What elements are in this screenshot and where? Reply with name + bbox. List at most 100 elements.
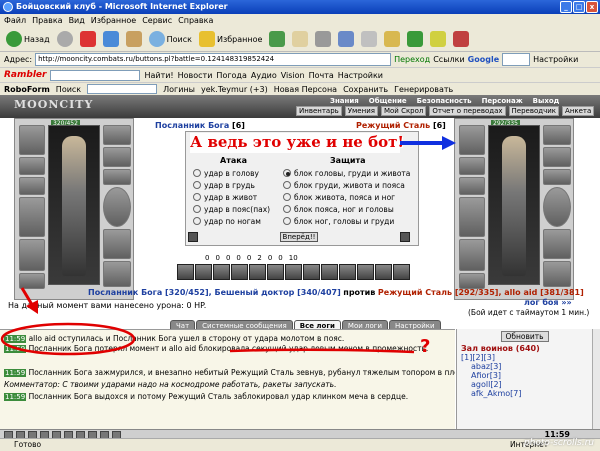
stop-button[interactable] [78,29,98,49]
refresh-button[interactable]: Обновить [500,331,549,342]
skill-slot-2[interactable] [195,264,212,280]
player-3[interactable]: agoll[2] [457,380,592,389]
nav-transfers[interactable]: Отчет о переводах [429,106,506,116]
pages[interactable]: [1][2][3] [457,353,592,362]
attack-legs-check[interactable] [193,217,201,225]
nav-exit[interactable]: Выход [533,97,560,105]
bracer-slot[interactable] [103,147,131,167]
research-button[interactable] [382,29,402,49]
skill-slot-10[interactable] [339,264,356,280]
maximize-button[interactable]: □ [573,1,585,13]
defense-5[interactable]: блок ног, головы и груди [283,215,410,227]
right-legs-slot[interactable] [543,229,571,259]
history-button[interactable] [267,29,287,49]
attack-head[interactable]: удар в голову [193,167,270,179]
go-button[interactable]: Переход [394,55,430,64]
defense-5-radio[interactable] [283,217,291,225]
shield-slot[interactable] [103,187,131,227]
roboform-logins[interactable]: Логины [163,85,195,94]
nav-chat[interactable]: Общение [369,97,407,105]
right-fighter-name[interactable]: Режущий Сталь [6] [356,121,446,130]
weapon-slot[interactable] [19,197,45,237]
right-boots-slot[interactable] [543,261,571,287]
rambler-audio[interactable]: Аудио [251,71,277,80]
attack-groin[interactable]: удар в пояс(пах) [193,203,270,215]
rambler-mail[interactable]: Почта [309,71,334,80]
refresh-button[interactable] [101,29,121,49]
skill-slot-5[interactable] [249,264,266,280]
extra-button-2[interactable] [451,29,471,49]
rambler-news[interactable]: Новости [178,71,213,80]
search-button[interactable]: Поиск [147,29,194,49]
battle-log-link[interactable]: лог боя »» [524,298,572,307]
attack-chest-check[interactable] [193,181,201,189]
right-character-avatar[interactable] [488,125,540,285]
menu-view[interactable]: Вид [69,14,85,27]
ring-slot[interactable] [103,169,131,185]
skill-slot-12[interactable] [375,264,392,280]
left-character-avatar[interactable] [48,125,100,285]
right-helmet-slot[interactable] [459,125,485,155]
roboform-identity[interactable]: yek.Teymur (+3) [201,85,268,94]
skill-slot-9[interactable] [321,264,338,280]
extra-button[interactable] [428,29,448,49]
right-bracer-slot[interactable] [543,147,571,167]
defense-1[interactable]: блок головы, груди и живота [283,167,410,179]
attack-groin-check[interactable] [193,205,201,213]
defense-4[interactable]: блок пояса, ног и головы [283,203,410,215]
edit-button[interactable] [336,29,356,49]
attack-head-check[interactable] [193,169,201,177]
right-earring-slot[interactable] [459,157,485,175]
menu-tools[interactable]: Сервис [142,14,172,27]
skill-slot-3[interactable] [213,264,230,280]
defense-3-radio[interactable] [283,193,291,201]
skill-slot-13[interactable] [393,264,410,280]
skill-slot-1[interactable] [177,264,194,280]
mail-button[interactable] [290,29,310,49]
attack-belly[interactable]: удар в живот [193,191,270,203]
right-necklace-slot[interactable] [459,177,485,195]
defense-4-radio[interactable] [283,205,291,213]
necklace-slot[interactable] [19,177,45,195]
attack-legs[interactable]: удар по ногам [193,215,270,227]
rambler-vision[interactable]: Vision [281,71,305,80]
nav-scroll[interactable]: Мой Скрол [380,106,427,116]
player-1[interactable]: abaz[3] [457,362,592,371]
menu-help[interactable]: Справка [178,14,213,27]
defense-2-radio[interactable] [283,181,291,189]
skill-slot-4[interactable] [231,264,248,280]
nav-character[interactable]: Персонаж [482,97,523,105]
home-button[interactable] [124,29,144,49]
skill-slot-11[interactable] [357,264,374,280]
roboform-generate[interactable]: Генерировать [394,85,453,94]
right-ring-slot[interactable] [543,169,571,185]
right-armor-slot[interactable] [459,239,485,271]
nav-skills[interactable]: Умения [344,106,378,116]
address-input[interactable]: http://mooncity.combats.ru/buttons.pl?ba… [35,53,392,66]
forward-submit-button[interactable]: Вперёд!! [280,232,318,242]
skill-slot-6[interactable] [267,264,284,280]
forward-button[interactable] [55,29,75,49]
rambler-search-input[interactable] [50,69,141,81]
favorites-button[interactable]: Избранное [197,29,264,49]
attack-chest[interactable]: удар в грудь [193,179,270,191]
minimize-button[interactable]: _ [560,1,572,13]
helmet-slot[interactable] [19,125,45,155]
skill-slot-8[interactable] [303,264,320,280]
back-button[interactable]: Назад [4,29,52,49]
rambler-settings[interactable]: Настройки [338,71,383,80]
roboform-new-person[interactable]: Новая Персона [274,85,337,94]
player-4[interactable]: afk_Akmo[7] [457,389,592,398]
attack-belly-check[interactable] [193,193,201,201]
players-scrollbar[interactable] [592,329,600,429]
messenger-button[interactable] [405,29,425,49]
nav-security[interactable]: Безопасность [417,97,472,105]
right-gloves-slot[interactable] [543,125,571,145]
left-fighter-name[interactable]: Посланник Бога [6] [155,121,245,130]
defense-2[interactable]: блок груди, живота и пояса [283,179,410,191]
nav-translator[interactable]: Переводчик [508,106,560,116]
menu-favorites[interactable]: Избранное [91,14,136,27]
close-button[interactable]: x [586,1,598,13]
roboform-save[interactable]: Сохранить [343,85,388,94]
links-button[interactable]: Ссылки [433,55,464,64]
